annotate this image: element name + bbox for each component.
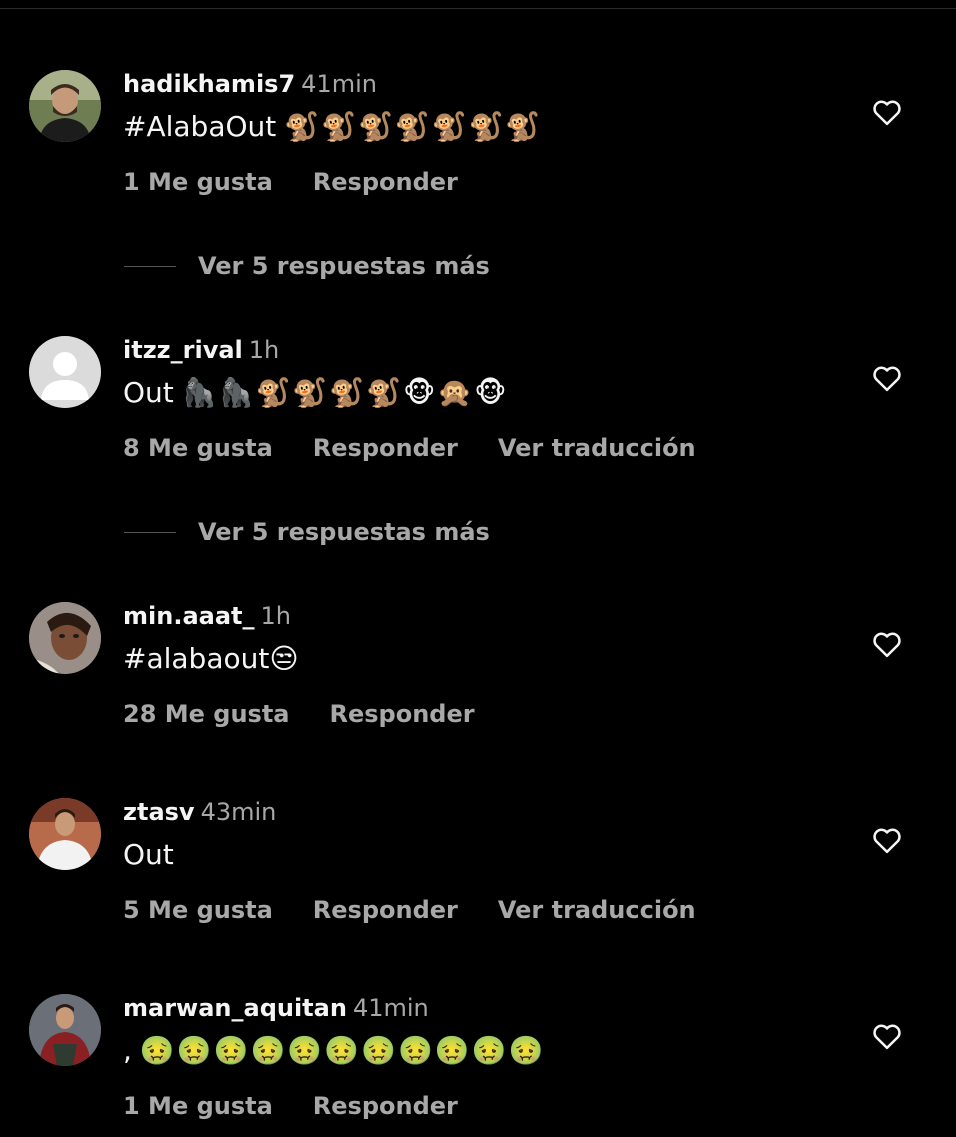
- likes-count[interactable]: 5 Me gusta: [123, 896, 273, 924]
- avatar-image: [29, 798, 101, 870]
- avatar[interactable]: [29, 336, 101, 408]
- translate-button[interactable]: Ver traducción: [498, 896, 696, 924]
- username[interactable]: hadikhamis7: [123, 70, 295, 98]
- heart-outline-icon[interactable]: [872, 1022, 902, 1050]
- translate-button[interactable]: Ver traducción: [498, 434, 696, 462]
- likes-count[interactable]: 28 Me gusta: [123, 700, 290, 728]
- avatar[interactable]: [29, 70, 101, 142]
- comment-actions: 5 Me gusta Responder Ver traducción: [123, 896, 736, 924]
- heart-outline-icon[interactable]: [872, 630, 902, 658]
- username[interactable]: ztasv: [123, 798, 195, 826]
- timestamp: 43min: [200, 798, 277, 826]
- default-avatar-image: [29, 336, 101, 408]
- comment-text: , 🤢🤢🤢🤢🤢🤢🤢🤢🤢🤢🤢: [123, 1034, 545, 1068]
- view-replies-label[interactable]: Ver 5 respuestas más: [198, 251, 490, 281]
- comment-body[interactable]: Out: [123, 376, 174, 409]
- likes-count[interactable]: 1 Me gusta: [123, 1092, 273, 1120]
- heart-outline-icon[interactable]: [872, 826, 902, 854]
- view-replies-label[interactable]: Ver 5 respuestas más: [198, 517, 490, 547]
- comment-header: min.aaat_ 1h: [123, 602, 291, 630]
- reply-button[interactable]: Responder: [313, 896, 458, 924]
- reply-button[interactable]: Responder: [330, 700, 475, 728]
- timestamp: 1h: [248, 336, 280, 364]
- comment-actions: 8 Me gusta Responder Ver traducción: [123, 434, 736, 462]
- avatar[interactable]: [29, 602, 101, 674]
- reply-button[interactable]: Responder: [313, 168, 458, 196]
- comment-header: marwan_aquitan 41min: [123, 994, 429, 1022]
- top-divider: [0, 8, 956, 9]
- username[interactable]: itzz_rival: [123, 336, 243, 364]
- avatar-image: [29, 602, 101, 674]
- likes-count[interactable]: 1 Me gusta: [123, 168, 273, 196]
- replies-divider: [124, 532, 176, 533]
- reply-button[interactable]: Responder: [313, 1092, 458, 1120]
- comment-text: Out: [123, 838, 174, 872]
- emoji-sequence: 😒: [269, 642, 301, 675]
- comment-actions: 1 Me gusta Responder: [123, 168, 498, 196]
- comment-text: #alabaout😒: [123, 642, 301, 676]
- likes-count[interactable]: 8 Me gusta: [123, 434, 273, 462]
- heart-outline-icon[interactable]: [872, 364, 902, 392]
- emoji-sequence: 🐒🐒🐒🐒🐒🐒🐒: [284, 110, 543, 143]
- comment-body[interactable]: #alabaout: [123, 642, 269, 675]
- timestamp: 41min: [301, 70, 377, 98]
- view-replies-button[interactable]: Ver 5 respuestas más: [124, 251, 624, 281]
- comment-body[interactable]: #AlabaOut: [123, 110, 276, 143]
- avatar-image: [29, 70, 101, 142]
- comment-actions: 1 Me gusta Responder: [123, 1092, 498, 1120]
- username[interactable]: marwan_aquitan: [123, 994, 347, 1022]
- timestamp: 41min: [352, 994, 429, 1022]
- avatar[interactable]: [29, 994, 101, 1066]
- comment-body[interactable]: ,: [123, 1034, 132, 1067]
- comment-header: itzz_rival 1h: [123, 336, 279, 364]
- view-replies-button[interactable]: Ver 5 respuestas más: [124, 517, 624, 547]
- replies-divider: [124, 266, 176, 267]
- reply-button[interactable]: Responder: [313, 434, 458, 462]
- avatar-image: [29, 994, 101, 1066]
- comment-header: ztasv 43min: [123, 798, 276, 826]
- avatar[interactable]: [29, 798, 101, 870]
- comment-actions: 28 Me gusta Responder: [123, 700, 515, 728]
- emoji-sequence: 🤢🤢🤢🤢🤢🤢🤢🤢🤢🤢🤢: [139, 1034, 546, 1067]
- username[interactable]: min.aaat_: [123, 602, 255, 630]
- heart-outline-icon[interactable]: [872, 98, 902, 126]
- comment-text: Out 🦍🦍🐒🐒🐒🐒🐵🙊🐵: [123, 376, 509, 410]
- comment-body[interactable]: Out: [123, 838, 174, 871]
- comment-text: #AlabaOut 🐒🐒🐒🐒🐒🐒🐒: [123, 110, 542, 144]
- timestamp: 1h: [260, 602, 291, 630]
- emoji-sequence: 🦍🦍🐒🐒🐒🐒🐵🙊🐵: [181, 376, 509, 409]
- comment-header: hadikhamis7 41min: [123, 70, 377, 98]
